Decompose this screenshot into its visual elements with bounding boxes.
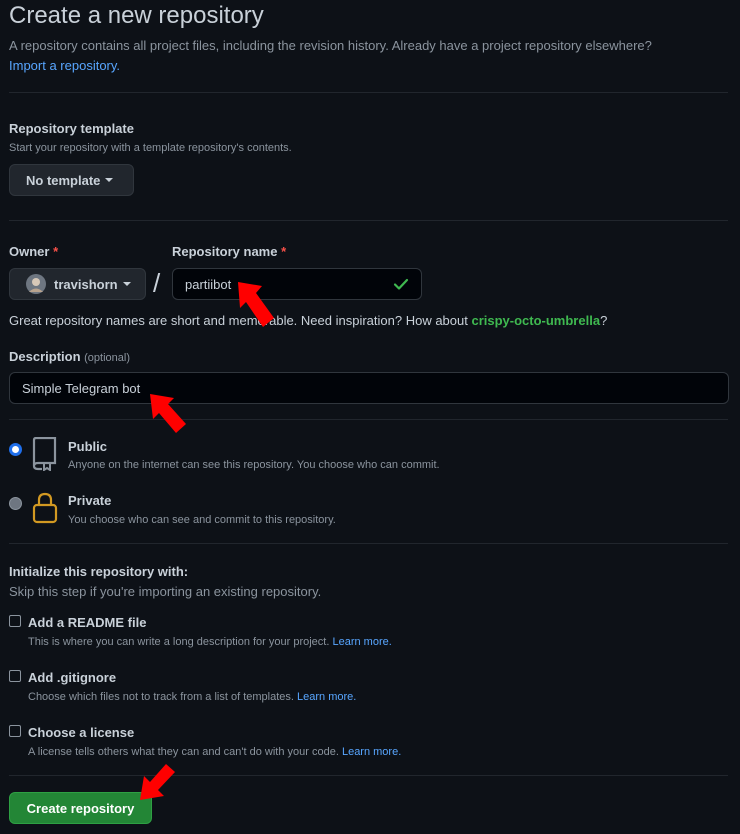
gitignore-desc-text: Choose which files not to track from a l… (28, 691, 294, 703)
owner-value: travishorn (54, 276, 118, 292)
caret-down-icon (105, 178, 114, 182)
gitignore-learn-more-link[interactable]: Learn more. (297, 691, 356, 703)
owner-repo-separator: / (153, 268, 161, 298)
repo-name-input[interactable]: partiibot (172, 268, 422, 300)
page-title: Create a new repository (9, 2, 264, 29)
divider (9, 220, 728, 221)
public-radio[interactable] (9, 443, 22, 456)
private-title: Private (68, 493, 112, 508)
license-checkbox[interactable] (9, 725, 21, 737)
public-desc: Anyone on the internet can see this repo… (68, 459, 440, 471)
readme-learn-more-link[interactable]: Learn more. (332, 636, 391, 648)
description-label: Description (optional) (9, 349, 130, 364)
check-icon (393, 278, 409, 290)
repo-name-value: partiibot (185, 276, 232, 292)
description-label-text: Description (9, 349, 81, 364)
template-label: Repository template (9, 121, 134, 136)
name-hint-end: ? (600, 313, 608, 328)
required-mark: * (53, 244, 59, 259)
description-value: Simple Telegram bot (22, 380, 141, 396)
repo-name-hint: Great repository names are short and mem… (9, 313, 607, 328)
license-desc: A license tells others what they can and… (28, 746, 401, 758)
create-repository-button[interactable]: Create repository (9, 792, 152, 824)
divider (9, 92, 728, 93)
create-repo-page: Create a new repository A repository con… (0, 0, 740, 834)
optional-tag: (optional) (84, 352, 130, 364)
readme-checkbox[interactable] (9, 615, 21, 627)
private-desc: You choose who can see and commit to thi… (68, 514, 336, 526)
import-repository-link[interactable]: Import a repository. (9, 58, 120, 73)
gitignore-desc: Choose which files not to track from a l… (28, 691, 356, 703)
template-hint: Start your repository with a template re… (9, 142, 292, 154)
readme-title: Add a README file (28, 615, 147, 630)
description-input[interactable]: Simple Telegram bot (9, 372, 729, 404)
required-mark: * (281, 244, 287, 259)
init-hint: Skip this step if you're importing an ex… (9, 584, 322, 599)
owner-dropdown-button[interactable]: travishorn (9, 268, 146, 300)
public-title: Public (68, 439, 108, 454)
init-label: Initialize this repository with: (9, 564, 189, 579)
divider (9, 543, 728, 544)
template-button-label: No template (26, 172, 101, 188)
red-arrow-icon (140, 764, 175, 800)
owner-label-text: Owner (9, 244, 50, 259)
repo-name-label: Repository name * (172, 244, 286, 259)
repo-icon (32, 437, 57, 471)
license-desc-text: A license tells others what they can and… (28, 746, 339, 758)
red-arrow-icon (150, 394, 186, 433)
avatar (26, 274, 46, 294)
license-title: Choose a license (28, 725, 135, 740)
gitignore-checkbox[interactable] (9, 670, 21, 682)
repo-name-label-text: Repository name (172, 244, 278, 259)
page-subtitle: A repository contains all project files,… (9, 36, 729, 76)
subtitle-text: A repository contains all project files,… (9, 38, 652, 53)
owner-label: Owner * (9, 244, 58, 259)
lock-icon (32, 492, 58, 524)
divider (9, 419, 728, 420)
license-learn-more-link[interactable]: Learn more. (342, 746, 401, 758)
readme-desc-text: This is where you can write a long descr… (28, 636, 330, 648)
template-dropdown-button[interactable]: No template (9, 164, 134, 196)
readme-desc: This is where you can write a long descr… (28, 636, 392, 648)
name-suggestion-link[interactable]: crispy-octo-umbrella (471, 313, 600, 328)
caret-down-icon (122, 282, 131, 286)
private-radio[interactable] (9, 497, 22, 510)
red-arrow-icon (238, 282, 274, 327)
gitignore-title: Add .gitignore (28, 670, 117, 685)
divider (9, 775, 728, 776)
